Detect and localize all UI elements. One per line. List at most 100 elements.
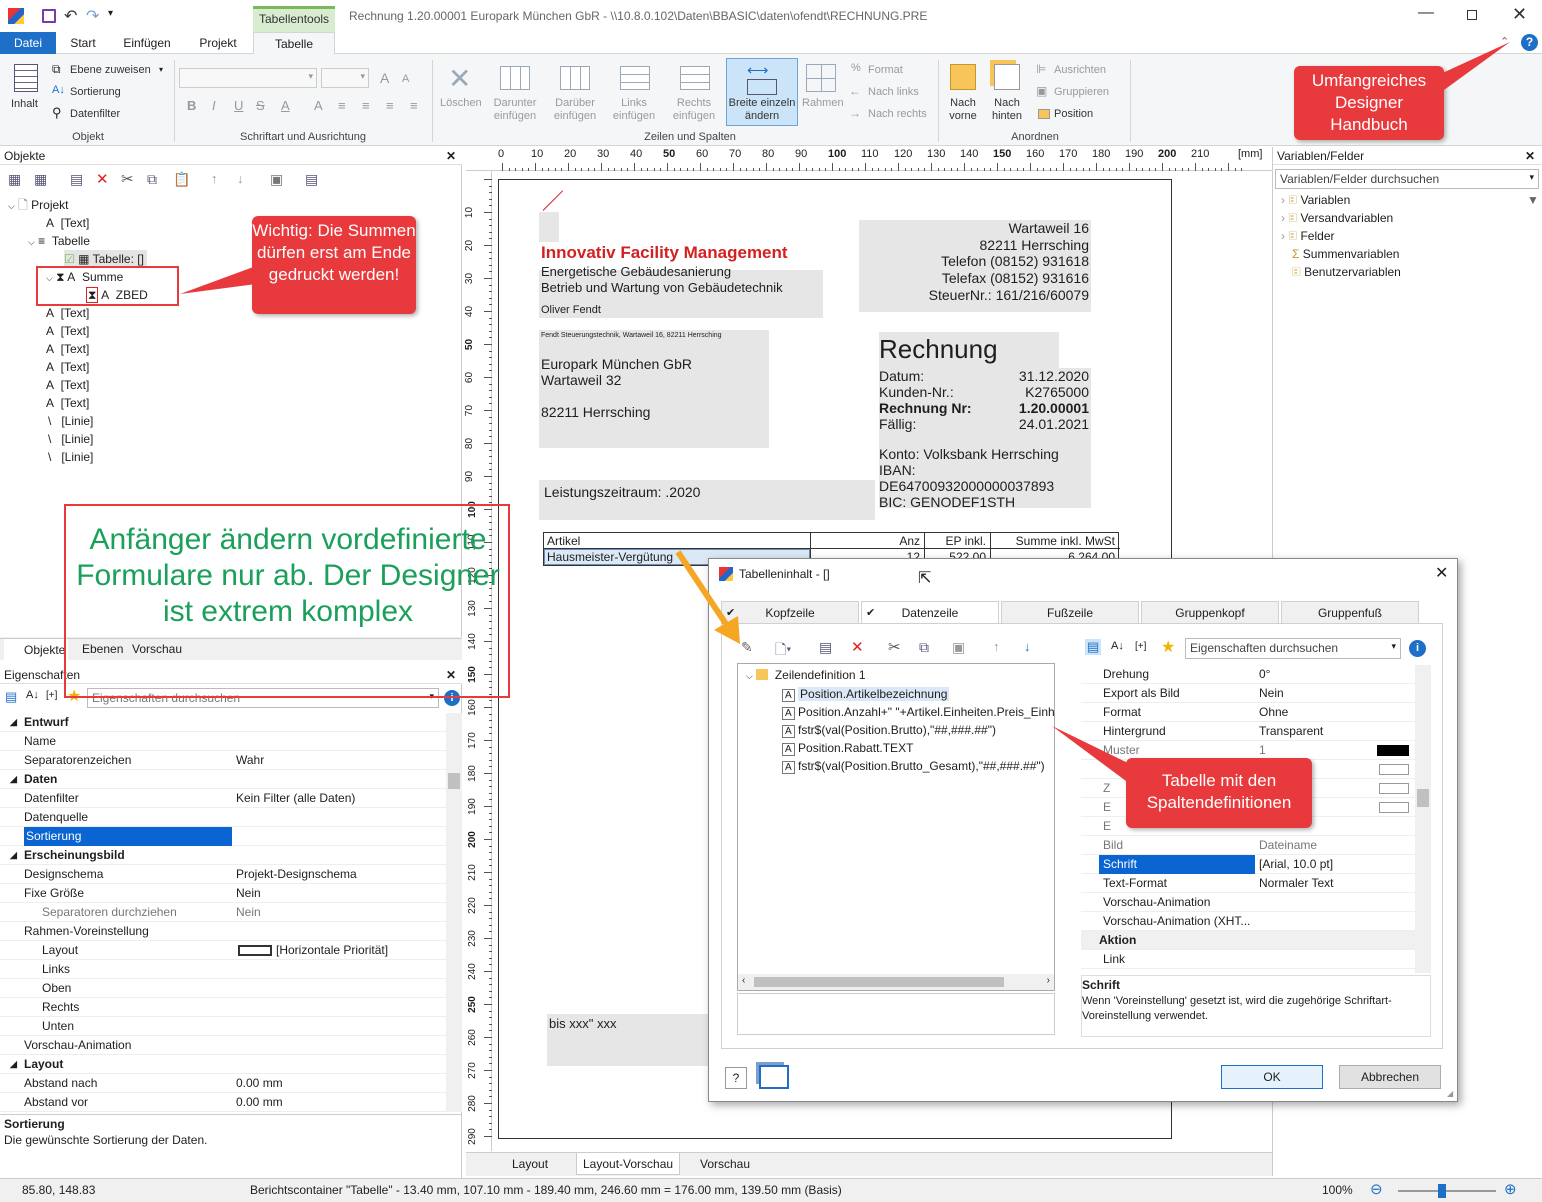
align-left-icon[interactable]: ≡: [338, 98, 346, 113]
tree-item[interactable]: ⌵ 🗋 Projekt: [8, 196, 69, 214]
ok-button[interactable]: OK: [1221, 1065, 1323, 1089]
property-row[interactable]: Sortierung: [0, 827, 446, 846]
tab-vorschau-bottom[interactable]: Vorschau: [700, 1157, 750, 1171]
dialog-property-row[interactable]: Vorschau-Animation: [1081, 893, 1415, 912]
tree-item[interactable]: A [Text]: [46, 304, 89, 322]
move-down-icon[interactable]: ↓: [237, 171, 244, 186]
property-row[interactable]: Name: [0, 732, 446, 751]
dialog-info-icon[interactable]: i: [1409, 640, 1426, 657]
variables-search-input[interactable]: Variablen/Felder durchsuchen ▾: [1275, 169, 1539, 189]
dialog-property-value[interactable]: Ohne: [1259, 703, 1288, 722]
column-props-icon[interactable]: ▤: [819, 639, 832, 656]
minimize-button[interactable]: —: [1418, 4, 1434, 22]
dialog-property-row[interactable]: Drehung 0°: [1081, 665, 1415, 684]
expand-arrow-icon[interactable]: ◢: [10, 770, 17, 789]
align-right-icon[interactable]: ≡: [386, 98, 394, 113]
property-row[interactable]: Layout [Horizontale Priorität]: [0, 941, 446, 960]
close-button[interactable]: ✕: [1512, 4, 1527, 25]
save-icon[interactable]: [42, 9, 56, 23]
highlight-icon[interactable]: A: [314, 98, 323, 113]
zoom-out-icon[interactable]: ⊖: [1370, 1180, 1383, 1198]
align-justify-icon[interactable]: ≡: [410, 98, 418, 113]
nach-rechts-button[interactable]: Nach rechts: [868, 108, 927, 120]
variables-item[interactable]: › 🗉 Felder: [1281, 227, 1334, 245]
variables-item[interactable]: › 🗉 Versandvariablen: [1281, 209, 1393, 227]
expand-arrow-icon[interactable]: ◢: [10, 713, 17, 732]
dialog-properties-search[interactable]: Eigenschaften durchsuchen ▾: [1185, 638, 1401, 659]
expand-arrow-icon[interactable]: ◢: [10, 846, 17, 865]
dlg-favorite-icon[interactable]: ★: [1161, 637, 1175, 657]
variables-filter-icon[interactable]: ▼: [1527, 193, 1539, 207]
property-row[interactable]: Unten: [0, 1017, 446, 1036]
maximize-button[interactable]: [1467, 10, 1477, 20]
variables-item[interactable]: › 🗉 Variablen: [1281, 191, 1350, 209]
tab-objekte[interactable]: Objekte: [4, 639, 68, 661]
expand-icon[interactable]: [+]: [46, 690, 57, 701]
dialog-property-row[interactable]: Vorschau-Animation (XHT...: [1081, 912, 1415, 931]
properties-icon[interactable]: ▤: [70, 171, 83, 188]
dialog-windows-icon[interactable]: [759, 1065, 789, 1089]
align-center-icon[interactable]: ≡: [362, 98, 370, 113]
property-row[interactable]: Links: [0, 960, 446, 979]
datenfilter-button[interactable]: Datenfilter: [70, 108, 120, 120]
links-einfuegen-button[interactable]: Links einfügen: [606, 97, 662, 123]
nach-hinten-button[interactable]: Nach hinten: [986, 97, 1028, 123]
redo-icon[interactable]: ↷: [86, 6, 99, 26]
tree-item[interactable]: \ [Linie]: [48, 412, 93, 430]
grow-font-button[interactable]: A: [380, 70, 389, 86]
property-row[interactable]: Designschema Projekt-Designschema: [0, 865, 446, 884]
column-tree-hscrollbar[interactable]: ‹ ›: [738, 974, 1054, 990]
dialog-property-value[interactable]: Transparent: [1259, 722, 1323, 741]
tree-root[interactable]: ⌵ Zeilendefinition 1: [746, 666, 866, 684]
property-value[interactable]: Wahr: [236, 751, 264, 770]
tab-gruppenfuss[interactable]: Gruppenfuß: [1281, 601, 1419, 623]
property-value[interactable]: Kein Filter (alle Daten): [236, 789, 355, 808]
dialog-property-value[interactable]: [Arial, 10.0 pt]: [1259, 855, 1333, 874]
tree-item[interactable]: A [Text]: [46, 322, 89, 340]
tab-datenzeile[interactable]: ✔ Datenzeile: [861, 601, 999, 624]
property-row[interactable]: Rechts: [0, 998, 446, 1017]
copy-column-icon[interactable]: ⧉: [919, 639, 929, 656]
property-value[interactable]: 0.00 mm: [236, 1074, 283, 1093]
font-name-combo[interactable]: ▾: [179, 68, 317, 88]
nach-links-button[interactable]: Nach links: [868, 86, 919, 98]
tab-fusszeile[interactable]: Fußzeile: [1001, 601, 1139, 623]
dialog-property-value[interactable]: Dateiname: [1259, 836, 1317, 855]
copy-icon[interactable]: ⧉: [147, 171, 157, 188]
cut-icon[interactable]: ✂: [121, 170, 134, 188]
dialog-property-row[interactable]: Link: [1081, 950, 1415, 969]
property-value[interactable]: 0.00 mm: [236, 1093, 283, 1112]
ebene-dropdown-icon[interactable]: ▾: [159, 65, 163, 74]
ausrichten-button[interactable]: Ausrichten: [1054, 64, 1106, 76]
tab-gruppenkopf[interactable]: Gruppenkopf: [1141, 601, 1279, 623]
zoom-in-icon[interactable]: ⊕: [1504, 1180, 1517, 1198]
variables-item[interactable]: 🗉 Benutzervariablen: [1292, 263, 1401, 281]
column-down-icon[interactable]: ↓: [1024, 639, 1031, 654]
column-item[interactable]: A fstr$(val(Position.Brutto),"##,###.##"…: [782, 721, 996, 739]
inhalt-button[interactable]: Inhalt: [11, 98, 38, 110]
list-icon[interactable]: ▤: [305, 171, 318, 188]
new-sub-object-icon[interactable]: ▦: [34, 171, 47, 188]
sortierung-button[interactable]: Sortierung: [70, 86, 121, 98]
property-row[interactable]: Datenquelle: [0, 808, 446, 827]
property-row[interactable]: ◢ Daten: [0, 770, 446, 789]
shrink-font-button[interactable]: A: [402, 73, 409, 85]
format-button[interactable]: Format: [868, 64, 903, 76]
tab-layout-vorschau[interactable]: Layout-Vorschau: [576, 1153, 681, 1175]
column-item[interactable]: A fstr$(val(Position.Brutto_Gesamt),"##,…: [782, 757, 1045, 775]
color-swatch[interactable]: [1379, 802, 1409, 813]
position-button[interactable]: Position: [1054, 108, 1093, 120]
column-item[interactable]: A Position.Rabatt.TEXT: [782, 739, 913, 757]
property-row[interactable]: ◢ Erscheinungsbild: [0, 846, 446, 865]
tab-projekt[interactable]: Projekt: [188, 32, 248, 54]
property-row[interactable]: Separatorenzeichen Wahr: [0, 751, 446, 770]
dialog-properties-scrollbar[interactable]: [1415, 665, 1431, 973]
property-row[interactable]: Abstand vor 0.00 mm: [0, 1093, 446, 1112]
variables-close-icon[interactable]: ✕: [1525, 147, 1535, 165]
property-row[interactable]: Separatoren durchziehen Nein: [0, 903, 446, 922]
tree-item[interactable]: A [Text]: [46, 358, 89, 376]
tree-item[interactable]: ⌵ ≡ Tabelle: [28, 232, 90, 250]
property-row[interactable]: Vorschau-Animation: [0, 1036, 446, 1055]
dialog-property-row[interactable]: Export als Bild Nein: [1081, 684, 1415, 703]
paste-icon[interactable]: 📋: [173, 171, 190, 188]
